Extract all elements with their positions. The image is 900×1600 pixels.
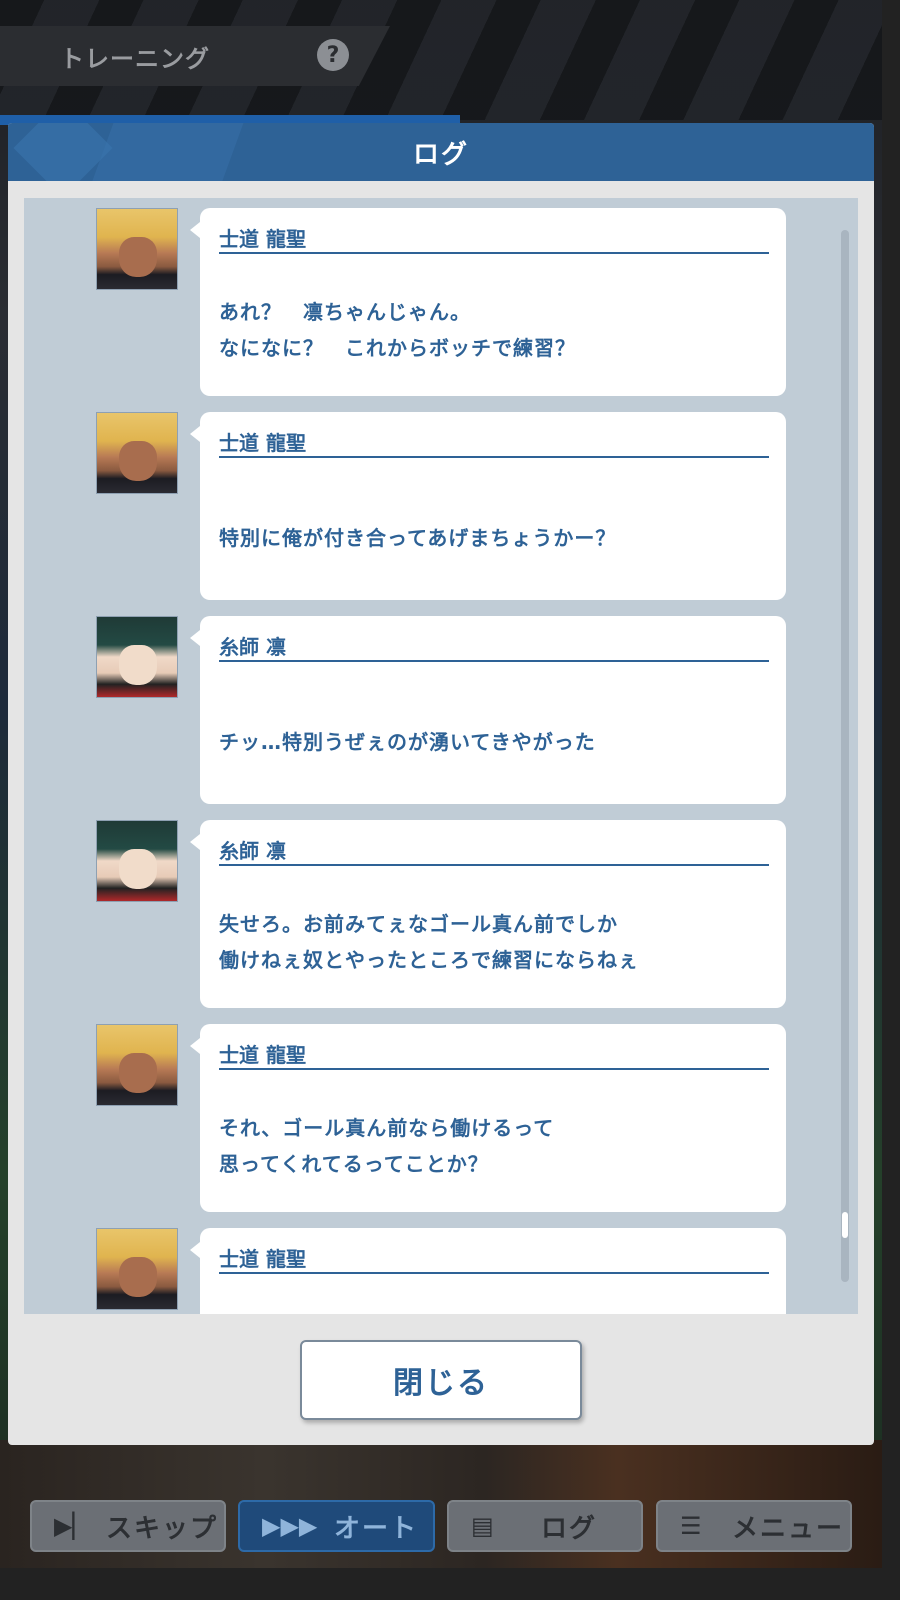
- log-list[interactable]: 士道 龍聖 あれ？ 凛ちゃんじゃん。 なになに？ これからボッチで練習？ 士道 龍聖特…: [24, 198, 858, 1314]
- avatar-face: [119, 849, 157, 889]
- avatar-face: [119, 1257, 157, 1297]
- speaker-name: 糸師 凛: [219, 838, 769, 866]
- screen-title-chip: トレーニング ?: [0, 26, 390, 86]
- speaker-name: 士道 龍聖: [219, 430, 769, 458]
- fast-forward-icon: ▶▶▶: [262, 1512, 318, 1540]
- bottom-bar: ▶▏ スキップ ▶▶▶ オート ▤ ログ ☰ メニュー: [0, 1500, 882, 1554]
- dialogue-line: それ、ゴール真ん前なら働けるって: [219, 1116, 555, 1140]
- speaker-name: 士道 龍聖: [219, 1042, 769, 1070]
- skip-icon: ▶▏: [54, 1512, 91, 1540]
- modal-title: ログ: [412, 139, 469, 170]
- log-entry: 士道 龍聖それ、ゴール真ん前なら働けるって 思ってくれてるってことか？: [24, 1014, 858, 1212]
- character-avatar: [96, 208, 178, 290]
- avatar-face: [119, 1053, 157, 1093]
- log-modal: ログ 士道 龍聖 あれ？ 凛ちゃんじゃん。 なになに？ これからボッチで練習？ 士道 …: [8, 123, 874, 1445]
- speaker-name: 糸師 凛: [219, 634, 769, 662]
- speaker-name: 士道 龍聖: [219, 1246, 769, 1274]
- modal-header: ログ: [8, 123, 874, 181]
- speech-bubble: 士道 龍聖それ、ゴール真ん前なら働けるって 思ってくれてるってことか？: [190, 1024, 786, 1212]
- speech-bubble: 糸師 凛チッ…特別うぜぇのが湧いてきやがった: [190, 616, 786, 804]
- character-avatar: [96, 1228, 178, 1310]
- speech-bubble: 士道 龍聖: [190, 1228, 786, 1314]
- log-entry: 士道 龍聖特別に俺が付き合ってあげまちょうかー？: [24, 402, 858, 600]
- auto-button[interactable]: ▶▶▶ オート: [238, 1500, 435, 1552]
- auto-label: オート: [334, 1513, 419, 1544]
- close-button[interactable]: 閉じる: [300, 1340, 582, 1420]
- log-label: ログ: [541, 1513, 598, 1544]
- dialogue-line: チッ…特別うぜぇのが湧いてきやがった: [219, 730, 596, 754]
- speech-bubble: 糸師 凛失せろ。お前みてぇなゴール真ん前でしか 働けねぇ奴とやったところで練習にな…: [190, 820, 786, 1008]
- avatar-face: [119, 441, 157, 481]
- menu-label: メニュー: [732, 1513, 845, 1544]
- character-avatar: [96, 412, 178, 494]
- menu-button[interactable]: ☰ メニュー: [656, 1500, 852, 1552]
- character-avatar: [96, 820, 178, 902]
- screen-title: トレーニング: [60, 44, 210, 73]
- avatar-face: [119, 237, 157, 277]
- document-icon: ▤: [471, 1512, 494, 1540]
- log-entry: 士道 龍聖: [24, 1218, 858, 1314]
- dialogue-line: あれ？ 凛ちゃんじゃん。: [219, 300, 471, 324]
- help-icon[interactable]: ?: [317, 39, 349, 71]
- dialogue-line: 特別に俺が付き合ってあげまちょうかー？: [219, 526, 617, 550]
- avatar-face: [119, 645, 157, 685]
- speaker-name: 士道 龍聖: [219, 226, 769, 254]
- log-entry: 糸師 凛失せろ。お前みてぇなゴール真ん前でしか 働けねぇ奴とやったところで練習にな…: [24, 810, 858, 1008]
- dialogue-line: 思ってくれてるってことか？: [219, 1152, 489, 1176]
- log-button[interactable]: ▤ ログ: [447, 1500, 643, 1552]
- dialogue-line: 失せろ。お前みてぇなゴール真ん前でしか: [219, 912, 618, 936]
- skip-label: スキップ: [106, 1513, 219, 1544]
- speech-bubble: 士道 龍聖あれ？ 凛ちゃんじゃん。なになに？ これからボッチで練習？: [190, 208, 786, 396]
- character-avatar: [96, 1024, 178, 1106]
- speech-bubble: 士道 龍聖特別に俺が付き合ってあげまちょうかー？: [190, 412, 786, 600]
- hamburger-icon: ☰: [680, 1512, 702, 1540]
- character-avatar: [96, 616, 178, 698]
- dialogue-line: 働けねぇ奴とやったところで練習にならねぇ: [219, 948, 639, 972]
- skip-button[interactable]: ▶▏ スキップ: [30, 1500, 226, 1552]
- log-entry: 士道 龍聖あれ？ 凛ちゃんじゃん。なになに？ これからボッチで練習？: [24, 198, 858, 396]
- log-entry: 糸師 凛チッ…特別うぜぇのが湧いてきやがった: [24, 606, 858, 804]
- dialogue-line: なになに？ これからボッチで練習？: [219, 336, 576, 360]
